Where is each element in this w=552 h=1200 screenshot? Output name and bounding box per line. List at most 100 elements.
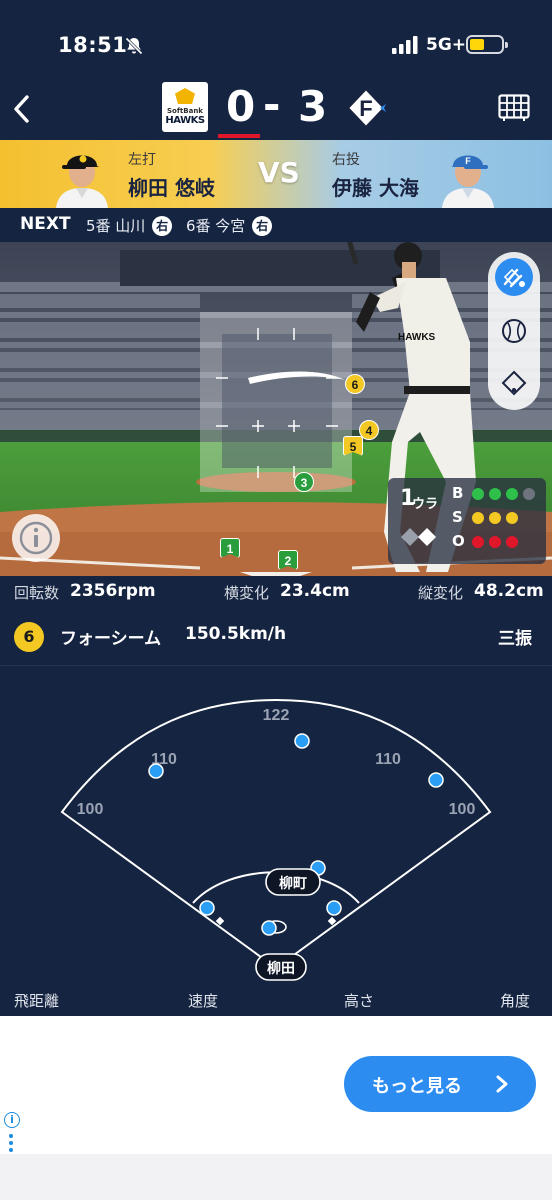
- vs-label: VS: [258, 156, 300, 189]
- cell-signal-icon: [392, 36, 418, 54]
- view-mode-toolbar: [488, 252, 540, 410]
- next-batter-2[interactable]: 6番 今宮 右: [186, 215, 273, 236]
- distance-center: 122: [263, 707, 290, 724]
- at-bat-result: 三振: [498, 629, 532, 649]
- fielder-pitcher: [261, 920, 277, 936]
- fielder-left: [148, 763, 164, 779]
- home-score: 0: [226, 82, 256, 131]
- fielding-diagram: 122 110 110 100 100 柳町 柳田: [0, 666, 552, 982]
- bottom-spacer: [0, 1154, 552, 1200]
- batter-hand-label: 左打: [128, 152, 156, 168]
- ball-dot-4: [523, 488, 535, 500]
- pitch-stats-bar: 回転数 2356rpm 横変化 23.4cm 縦変化 48.2cm: [0, 576, 552, 608]
- strike-dot-2: [489, 512, 501, 524]
- ball-dot-1: [472, 488, 484, 500]
- vertical-break-label: 縦変化: [418, 584, 464, 602]
- ad-info-icon[interactable]: i: [4, 1112, 20, 1128]
- hawks-logo-bottom-text: HAWKS: [165, 115, 205, 126]
- next-batters-bar: NEXT 5番 山川 右 6番 今宮 右: [0, 208, 552, 242]
- fielder-first: [326, 900, 342, 916]
- out-dot-1: [472, 536, 484, 548]
- next-batter-1[interactable]: 5番 山川 右: [86, 215, 173, 236]
- fielder-third: [199, 900, 215, 916]
- hawks-team-logo: SoftBank HAWKS: [162, 82, 208, 132]
- fielder-center: [294, 733, 310, 749]
- bottom-panel: もっと見る i: [0, 1016, 552, 1200]
- pitcher-name: 伊藤 大海: [332, 176, 419, 200]
- fighters-team-logo: F: [346, 88, 386, 128]
- batter-name: 柳田 悠岐: [128, 176, 215, 200]
- pitch-marker-6[interactable]: 6: [345, 374, 365, 394]
- status-bar: 18:51 5G+: [0, 0, 552, 78]
- hit-angle-label: 角度: [500, 992, 531, 1010]
- next-batter-2-name: 6番 今宮: [186, 217, 246, 235]
- status-time: 18:51: [58, 33, 128, 57]
- back-chevron-icon[interactable]: [10, 92, 34, 126]
- ad-menu-icon[interactable]: [9, 1134, 13, 1155]
- out-dot-3: [506, 536, 518, 548]
- see-more-label: もっと見る: [372, 1076, 462, 1097]
- away-score: 3: [298, 82, 328, 131]
- scoreboard-table-icon[interactable]: [498, 94, 530, 122]
- pitch-view: HAWKS 123456 1 ウラ B S O: [0, 242, 552, 576]
- info-icon: [19, 521, 53, 555]
- batter-avatar[interactable]: [48, 140, 116, 208]
- pitch-speed: 150.5km/h: [185, 624, 287, 644]
- batter-pitcher-matchup: 左打 柳田 悠岐 VS 右投 伊藤 大海 F: [0, 140, 552, 208]
- pitch-result-bar: 6 フォーシーム 150.5km/h 三振: [0, 608, 552, 666]
- batting-view-icon[interactable]: [495, 258, 533, 296]
- field-diamond-icon[interactable]: [495, 364, 533, 402]
- chevron-right-icon: [496, 1075, 508, 1093]
- distance-left: 100: [77, 801, 104, 818]
- battery-icon: [466, 35, 508, 54]
- hawks-emblem-icon: [175, 88, 195, 104]
- horizontal-break-label: 横変化: [224, 584, 270, 602]
- pitch-number-badge: 6: [14, 622, 44, 652]
- batted-ball-stats: 飛距離 速度 高さ 角度: [0, 982, 552, 1016]
- hit-height-label: 高さ: [344, 992, 375, 1010]
- svg-text:F: F: [359, 96, 372, 121]
- pitcher-hand-label: 右投: [332, 152, 360, 168]
- bell-muted-icon: [125, 37, 143, 55]
- field-diagram-svg: 122 110 110 100 100 柳町 柳田: [60, 698, 492, 981]
- pitcher-avatar[interactable]: F: [434, 140, 502, 208]
- base-runners-icon: [401, 528, 436, 546]
- spin-label: 回転数: [14, 584, 60, 602]
- next-label: NEXT: [20, 214, 71, 234]
- vertical-break-value: 48.2cm: [474, 581, 544, 601]
- info-button[interactable]: [12, 514, 60, 562]
- svg-text:F: F: [465, 156, 471, 166]
- batter-position-label: 柳田: [267, 960, 295, 977]
- strike-dot-1: [472, 512, 484, 524]
- pitch-ball-icon[interactable]: [495, 312, 533, 350]
- runner-label: 柳町: [279, 875, 307, 892]
- horizontal-break-value: 23.4cm: [280, 581, 350, 601]
- out-dot-2: [489, 536, 501, 548]
- ball-count-panel: 1 ウラ B S O: [388, 478, 546, 564]
- outs-label: O: [452, 532, 465, 550]
- see-more-button[interactable]: もっと見る: [344, 1056, 536, 1112]
- next-batter-1-hand: 右: [152, 216, 173, 236]
- pitch-type: フォーシーム: [60, 629, 162, 649]
- balls-label: B: [452, 484, 464, 502]
- hit-speed-label: 速度: [188, 992, 219, 1010]
- next-batter-1-name: 5番 山川: [86, 217, 146, 235]
- ball-dot-2: [489, 488, 501, 500]
- score-separator: -: [263, 80, 281, 129]
- distance-right: 100: [449, 801, 476, 818]
- hit-distance-label: 飛距離: [14, 992, 60, 1010]
- batting-team-indicator: [218, 134, 260, 138]
- distance-right-center: 110: [375, 751, 401, 768]
- next-batter-2-hand: 右: [252, 216, 273, 236]
- fielder-right: [428, 772, 444, 788]
- svg-text:HAWKS: HAWKS: [398, 332, 436, 343]
- pitch-marker-3[interactable]: 3: [294, 472, 314, 492]
- strikes-label: S: [452, 508, 463, 526]
- hawks-logo-top-text: SoftBank: [167, 107, 203, 115]
- strike-dot-3: [506, 512, 518, 524]
- score-header: SoftBank HAWKS 0 - 3 F: [0, 78, 552, 140]
- network-type: 5G+: [426, 35, 467, 55]
- ball-dot-3: [506, 488, 518, 500]
- inning-half: ウラ: [412, 497, 439, 512]
- spin-value: 2356rpm: [70, 581, 156, 601]
